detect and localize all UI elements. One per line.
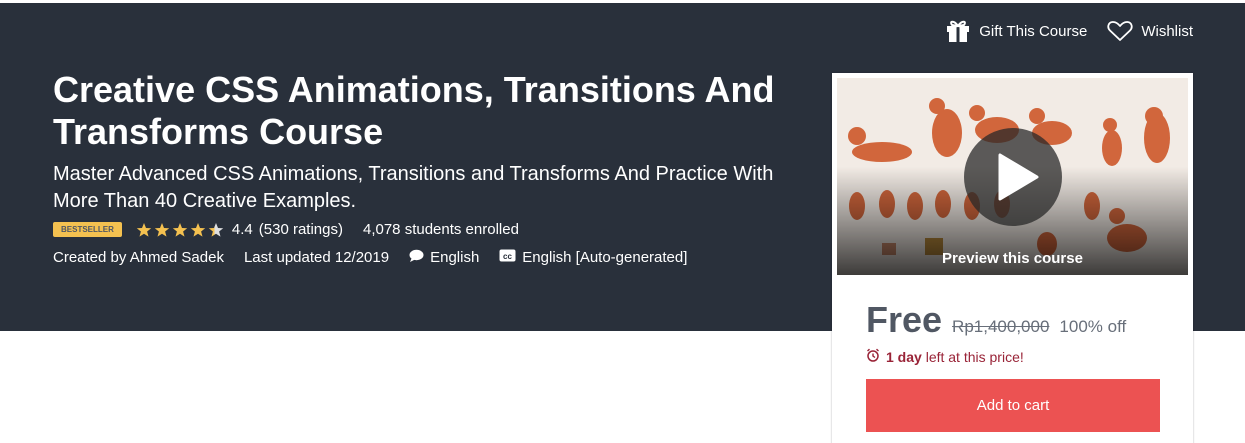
add-to-cart-button[interactable]: Add to cart — [866, 379, 1160, 432]
course-stats: Bestseller 4.4 (530 ratings) 4,078 stude… — [53, 221, 519, 238]
gift-course-label: Gift This Course — [979, 22, 1088, 40]
gift-icon — [945, 19, 971, 43]
course-details: Created by Ahmed Sadek Last updated 12/2… — [53, 249, 687, 266]
ratings-count[interactable]: (530 ratings) — [259, 221, 343, 238]
bestseller-badge: Bestseller — [53, 222, 122, 237]
course-preview-video[interactable]: Preview this course — [837, 78, 1188, 275]
original-price: Rp1,400,000 — [952, 317, 1050, 336]
star-icon — [208, 222, 224, 237]
wishlist-link[interactable]: Wishlist — [1107, 20, 1193, 42]
star-icon — [136, 222, 152, 237]
course-language: English — [409, 249, 479, 266]
star-icon — [190, 222, 206, 237]
header-actions: Gift This Course Wishlist — [945, 19, 1193, 43]
play-button[interactable] — [964, 128, 1062, 226]
timer-days: 1 day — [886, 348, 922, 365]
timer-text: left at this price! — [925, 348, 1024, 365]
play-icon — [998, 153, 1039, 201]
price-row: Free Rp1,400,000 100% off — [866, 299, 1126, 341]
course-captions: cc English [Auto-generated] — [499, 249, 687, 266]
rating-value: 4.4 — [231, 221, 253, 238]
students-enrolled: 4,078 students enrolled — [362, 221, 519, 238]
preview-label: Preview this course — [942, 250, 1083, 267]
star-icon — [172, 222, 188, 237]
last-updated: Last updated 12/2019 — [243, 249, 390, 266]
star-rating — [136, 222, 224, 238]
wishlist-label: Wishlist — [1141, 22, 1193, 40]
closed-captions-icon: cc — [499, 249, 516, 266]
current-price: Free — [866, 299, 943, 340]
language-label: English — [430, 249, 480, 266]
price-timer: 1 day left at this price! — [866, 348, 1024, 365]
star-icon — [154, 222, 170, 237]
gift-course-link[interactable]: Gift This Course — [945, 19, 1087, 43]
course-title: Creative CSS Animations, Transitions And… — [53, 69, 775, 152]
purchase-sidebar: Preview this course Free Rp1,400,000 100… — [832, 73, 1193, 443]
heart-icon — [1107, 20, 1133, 42]
svg-text:cc: cc — [503, 252, 512, 261]
course-subtitle: Master Advanced CSS Animations, Transiti… — [53, 163, 774, 212]
alarm-clock-icon — [866, 348, 880, 365]
captions-label: English [Auto-generated] — [522, 249, 688, 266]
speech-bubble-icon — [409, 249, 424, 266]
discount-percent: 100% off — [1059, 317, 1127, 336]
created-by[interactable]: Created by Ahmed Sadek — [53, 249, 224, 266]
